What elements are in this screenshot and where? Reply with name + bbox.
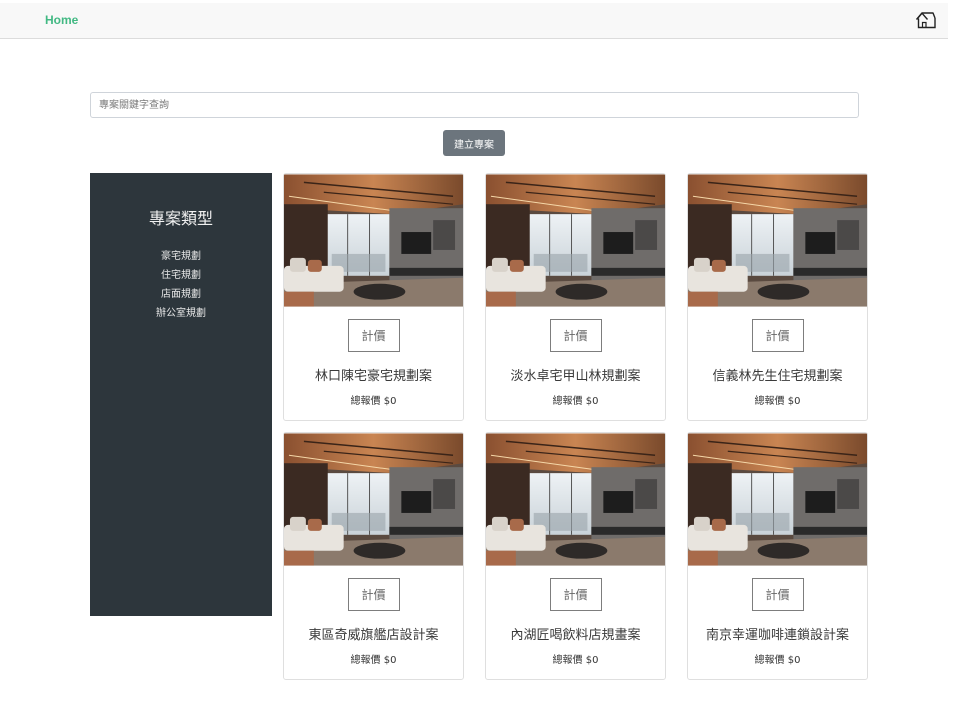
project-image[interactable] <box>284 433 463 566</box>
project-price: 總報價 $0 <box>350 396 397 407</box>
project-image[interactable] <box>486 174 665 307</box>
sidebar-title: 專案類型 <box>148 209 213 228</box>
project-card: 計價 林口陳宅豪宅規劃案 總報價 $0 <box>283 173 464 421</box>
project-image[interactable] <box>688 174 867 307</box>
create-project-button[interactable]: 建立專案 <box>443 130 505 156</box>
quote-button[interactable]: 計價 <box>549 578 602 611</box>
sidebar: 專案類型 豪宅規劃 住宅規劃 店面規劃 辦公室規劃 <box>90 173 272 616</box>
project-card: 計價 內湖匠喝飲料店規畫案 總報價 $0 <box>485 432 666 680</box>
house-icon[interactable] <box>915 10 937 30</box>
project-image[interactable] <box>688 433 867 566</box>
project-price: 總報價 $0 <box>754 396 801 407</box>
project-price: 總報價 $0 <box>754 655 801 666</box>
navbar: Home <box>0 3 948 39</box>
nav-home-link[interactable]: Home <box>45 13 78 27</box>
quote-button[interactable]: 計價 <box>549 319 602 352</box>
sidebar-item-residential[interactable]: 住宅規劃 <box>90 266 272 285</box>
category-list: 豪宅規劃 住宅規劃 店面規劃 辦公室規劃 <box>90 247 272 323</box>
quote-button[interactable]: 計價 <box>347 578 400 611</box>
project-title: 信義林先生住宅規劃案 <box>712 369 843 384</box>
project-card: 計價 南京幸運咖啡連鎖設計案 總報價 $0 <box>687 432 868 680</box>
project-image[interactable] <box>284 174 463 307</box>
search-input[interactable] <box>90 92 859 118</box>
project-title: 東區奇威旗艦店設計案 <box>308 628 439 643</box>
sidebar-item-luxury[interactable]: 豪宅規劃 <box>90 247 272 266</box>
project-card: 計價 淡水卓宅甲山林規劃案 總報價 $0 <box>485 173 666 421</box>
project-title: 南京幸運咖啡連鎖設計案 <box>705 628 849 643</box>
project-price: 總報價 $0 <box>552 396 599 407</box>
quote-button[interactable]: 計價 <box>751 578 804 611</box>
project-price: 總報價 $0 <box>552 655 599 666</box>
project-price: 總報價 $0 <box>350 655 397 666</box>
project-title: 林口陳宅豪宅規劃案 <box>314 369 432 384</box>
sidebar-item-office[interactable]: 辦公室規劃 <box>90 304 272 323</box>
quote-button[interactable]: 計價 <box>347 319 400 352</box>
project-title: 淡水卓宅甲山林規劃案 <box>510 369 641 384</box>
project-image[interactable] <box>486 433 665 566</box>
quote-button[interactable]: 計價 <box>751 319 804 352</box>
project-card: 計價 信義林先生住宅規劃案 總報價 $0 <box>687 173 868 421</box>
sidebar-item-storefront[interactable]: 店面規劃 <box>90 285 272 304</box>
project-title: 內湖匠喝飲料店規畫案 <box>510 628 641 643</box>
project-card: 計價 東區奇威旗艦店設計案 總報價 $0 <box>283 432 464 680</box>
